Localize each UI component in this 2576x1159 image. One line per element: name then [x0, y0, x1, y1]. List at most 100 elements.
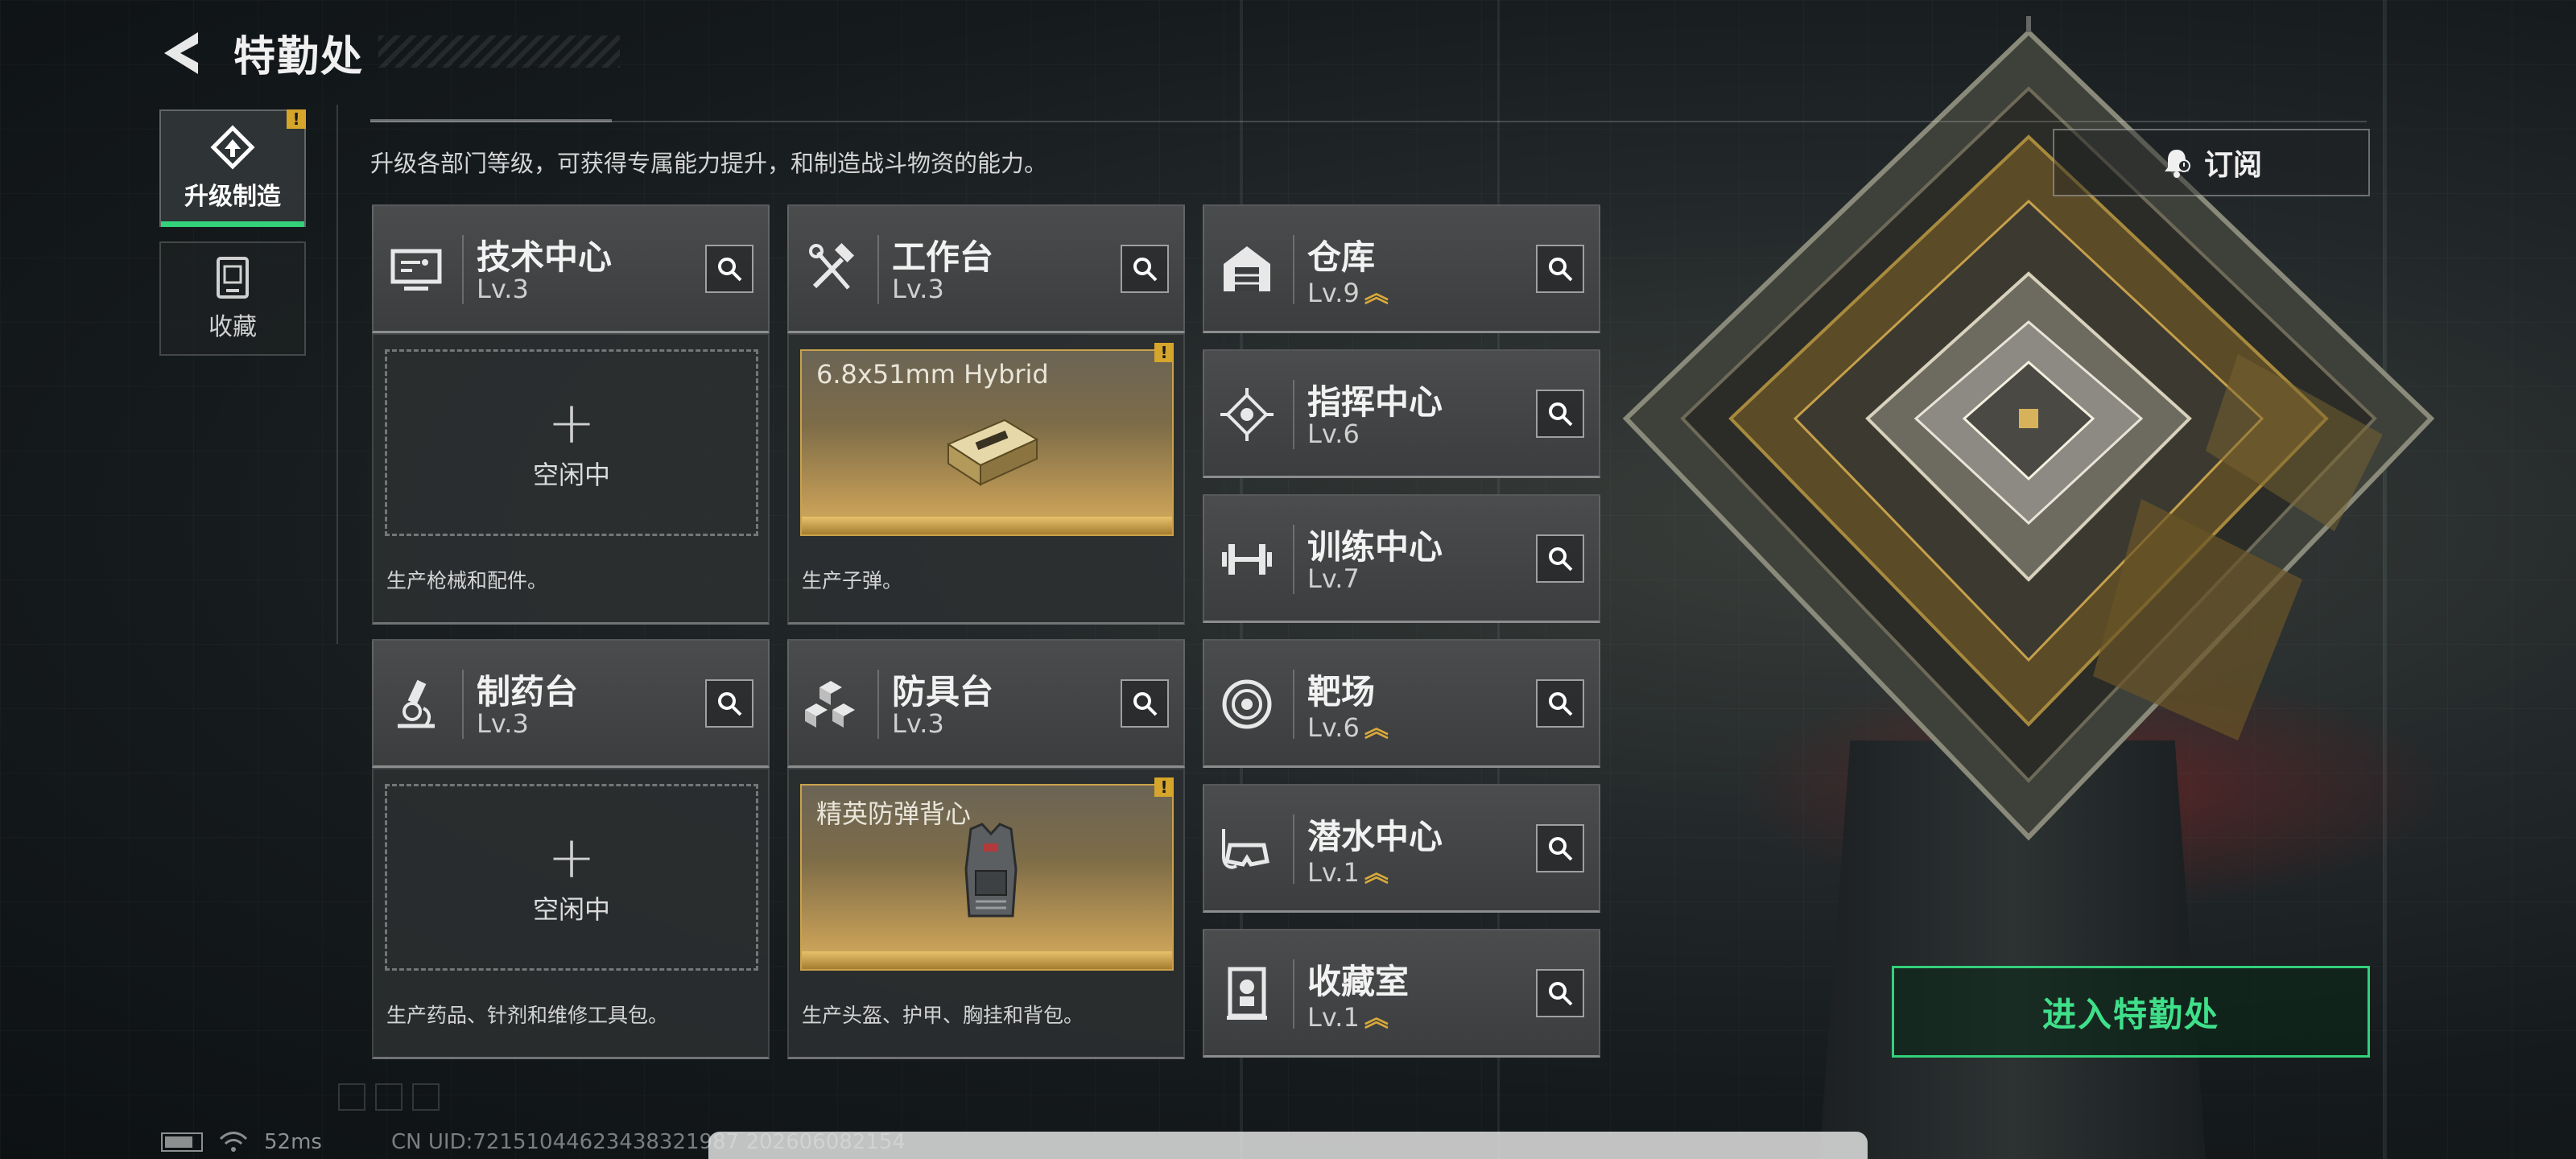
search-icon [718, 692, 742, 716]
department-level: Lv.1 ︽ [1307, 853, 1389, 889]
department-name: 仓库 [1307, 237, 1376, 277]
ammo-box-icon [946, 419, 1039, 486]
level-text: Lv.1 [1307, 857, 1360, 888]
status-bar: 52ms [161, 1128, 322, 1156]
produced-item-name: 精英防弹背心 [816, 798, 972, 829]
card-separator [462, 670, 464, 739]
alert-badge: ! [1154, 777, 1174, 797]
search-icon [1549, 837, 1573, 861]
production-panel-pharmacy: + 空闲中 生产药品、针剂和维修工具包。 [372, 768, 770, 1059]
production-description: 生产头盔、护甲、胸挂和背包。 [802, 1004, 1084, 1027]
search-icon [1549, 547, 1573, 571]
department-card-warehouse[interactable]: 仓库 Lv.9 ︽ [1203, 204, 1600, 333]
inspect-button[interactable] [705, 679, 753, 728]
production-slot-active[interactable]: 6.8x51mm Hybrid ! [800, 343, 1174, 536]
tab-label: 收藏 [208, 313, 257, 341]
search-icon [1549, 258, 1573, 282]
search-icon [718, 258, 742, 282]
department-card-diving-center[interactable]: 潜水中心 Lv.1 ︽ [1203, 784, 1600, 913]
collection-case-icon [217, 257, 249, 299]
display-case-icon [1227, 967, 1267, 1020]
production-slot-empty[interactable]: + 空闲中 [385, 349, 758, 536]
inspect-button[interactable] [1536, 534, 1584, 583]
production-slot-empty[interactable]: + 空闲中 [385, 784, 758, 971]
subscribe-button[interactable]: 订阅 [2053, 129, 2370, 196]
department-card-tech-center[interactable]: 技术中心 Lv.3 [372, 204, 770, 333]
idle-label: 空闲中 [532, 460, 610, 490]
department-name: 制药台 [477, 672, 579, 711]
department-card-workbench[interactable]: 工作台 Lv.3 [787, 204, 1185, 333]
battery-icon [161, 1132, 203, 1152]
department-name: 训练中心 [1307, 527, 1443, 567]
department-name: 技术中心 [477, 237, 613, 277]
tools-icon [809, 242, 855, 290]
department-name: 工作台 [892, 237, 994, 277]
inspect-button[interactable] [705, 245, 753, 293]
search-icon [1133, 692, 1158, 716]
department-card-pharmacy[interactable]: 制药台 Lv.3 [372, 639, 770, 768]
enter-special-ops-button[interactable]: 进入特勤处 [1892, 966, 2370, 1058]
upgrade-manufacture-icon [210, 125, 255, 170]
department-card-shooting-range[interactable]: 靶场 Lv.6 ︽ [1203, 639, 1600, 768]
computer-icon [390, 249, 442, 291]
target-icon [1222, 679, 1272, 729]
department-level: Lv.1 ︽ [1307, 998, 1389, 1033]
department-name: 潜水中心 [1307, 817, 1443, 856]
upgrade-available-icon: ︽ [1364, 715, 1389, 743]
production-description: 生产药品、针剂和维修工具包。 [386, 1004, 669, 1027]
department-name: 指挥中心 [1307, 382, 1443, 422]
microscope-icon [398, 679, 435, 728]
alert-badge: ! [1154, 343, 1174, 362]
inspect-button[interactable] [1536, 390, 1584, 438]
production-progress-base [802, 517, 1172, 534]
add-icon: + [547, 823, 597, 891]
production-panel-workbench: 6.8x51mm Hybrid ! 生产子弹。 [787, 333, 1185, 625]
diving-mask-icon [1222, 829, 1269, 869]
production-panel-tech-center: + 空闲中 生产枪械和配件。 [372, 333, 770, 625]
inspect-button[interactable] [1536, 679, 1584, 728]
department-level: Lv.9 ︽ [1307, 274, 1389, 309]
tab-upgrade-manufacture[interactable]: 升级制造 ! [159, 109, 306, 227]
dumbbell-icon [1222, 544, 1272, 575]
department-name: 防具台 [892, 672, 994, 711]
header-divider-accent [370, 119, 612, 122]
search-icon [1549, 402, 1573, 427]
department-level: Lv.3 [477, 274, 529, 304]
idle-label: 空闲中 [532, 894, 610, 925]
tab-collection[interactable]: 收藏 [159, 241, 306, 356]
card-separator [1293, 959, 1294, 1029]
department-card-collection-room[interactable]: 收藏室 Lv.1 ︽ [1203, 929, 1600, 1058]
search-icon [1133, 258, 1158, 282]
back-arrow-icon[interactable] [158, 27, 209, 79]
subscribe-label: 订阅 [2203, 149, 2262, 182]
level-text: Lv.9 [1307, 278, 1360, 308]
production-panel-armor: 精英防弹背心 ! 生产头盔、护甲、胸挂和背包。 [787, 768, 1185, 1059]
inspect-button[interactable] [1536, 969, 1584, 1017]
inspect-button[interactable] [1536, 245, 1584, 293]
card-separator [1293, 670, 1294, 739]
inspect-button[interactable] [1536, 824, 1584, 872]
department-level: Lv.3 [477, 708, 529, 739]
upgrade-available-icon: ︽ [1364, 1004, 1389, 1033]
production-progress-base [802, 951, 1172, 969]
production-description: 生产枪械和配件。 [386, 569, 548, 592]
decorative-squares [338, 1083, 440, 1111]
inspect-button[interactable] [1121, 679, 1169, 728]
card-separator [462, 235, 464, 304]
department-card-training-center[interactable]: 训练中心 Lv.7 [1203, 494, 1600, 623]
department-card-command-center[interactable]: 指挥中心 Lv.6 [1203, 349, 1600, 478]
search-icon [1549, 982, 1573, 1006]
department-level: Lv.7 [1307, 563, 1360, 594]
system-gesture-bar[interactable] [708, 1132, 1868, 1159]
wifi-icon [219, 1132, 248, 1152]
department-name: 靶场 [1307, 672, 1376, 711]
department-level: Lv.3 [892, 274, 944, 304]
page-title: 特勤处 [233, 33, 365, 81]
production-slot-active[interactable]: 精英防弹背心 ! [800, 777, 1174, 971]
title-decoration [378, 35, 620, 68]
department-name: 收藏室 [1307, 962, 1410, 1001]
produced-item-name: 6.8x51mm Hybrid [816, 359, 1049, 390]
department-level: Lv.6 ︽ [1307, 708, 1389, 744]
inspect-button[interactable] [1121, 245, 1169, 293]
department-card-armor[interactable]: 防具台 Lv.3 [787, 639, 1185, 768]
